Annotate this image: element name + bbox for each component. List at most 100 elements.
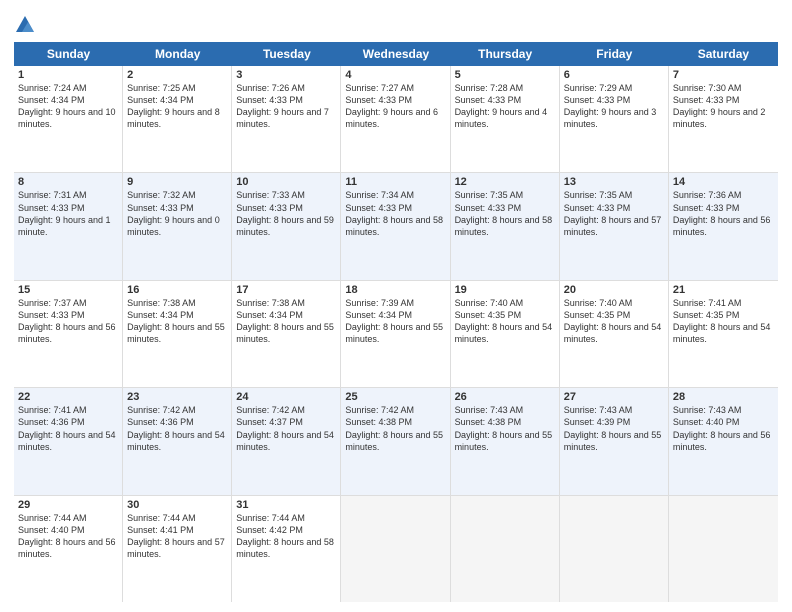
logo: [14, 14, 38, 36]
day-number: 14: [673, 176, 774, 188]
calendar-day-cell: [341, 496, 450, 602]
day-info: Sunrise: 7:35 AMSunset: 4:33 PMDaylight:…: [455, 189, 555, 238]
day-number: 1: [18, 69, 118, 81]
day-info: Sunrise: 7:41 AMSunset: 4:35 PMDaylight:…: [673, 297, 774, 346]
day-number: 17: [236, 284, 336, 296]
day-info: Sunrise: 7:43 AMSunset: 4:40 PMDaylight:…: [673, 404, 774, 453]
day-info: Sunrise: 7:43 AMSunset: 4:39 PMDaylight:…: [564, 404, 664, 453]
weekday-header: Thursday: [451, 42, 560, 66]
logo-icon: [14, 14, 36, 36]
calendar-day-cell: 28Sunrise: 7:43 AMSunset: 4:40 PMDayligh…: [669, 388, 778, 494]
weekday-header: Tuesday: [232, 42, 341, 66]
day-info: Sunrise: 7:38 AMSunset: 4:34 PMDaylight:…: [236, 297, 336, 346]
day-number: 23: [127, 391, 227, 403]
calendar-week-row: 8Sunrise: 7:31 AMSunset: 4:33 PMDaylight…: [14, 173, 778, 280]
calendar-day-cell: 8Sunrise: 7:31 AMSunset: 4:33 PMDaylight…: [14, 173, 123, 279]
weekday-header: Wednesday: [341, 42, 450, 66]
day-info: Sunrise: 7:42 AMSunset: 4:37 PMDaylight:…: [236, 404, 336, 453]
weekday-header: Friday: [560, 42, 669, 66]
day-info: Sunrise: 7:41 AMSunset: 4:36 PMDaylight:…: [18, 404, 118, 453]
day-info: Sunrise: 7:37 AMSunset: 4:33 PMDaylight:…: [18, 297, 118, 346]
weekday-header: Monday: [123, 42, 232, 66]
day-number: 19: [455, 284, 555, 296]
calendar-day-cell: 5Sunrise: 7:28 AMSunset: 4:33 PMDaylight…: [451, 66, 560, 172]
day-info: Sunrise: 7:44 AMSunset: 4:40 PMDaylight:…: [18, 512, 118, 561]
calendar-header: SundayMondayTuesdayWednesdayThursdayFrid…: [14, 42, 778, 66]
calendar-day-cell: 10Sunrise: 7:33 AMSunset: 4:33 PMDayligh…: [232, 173, 341, 279]
weekday-header: Saturday: [669, 42, 778, 66]
day-info: Sunrise: 7:30 AMSunset: 4:33 PMDaylight:…: [673, 82, 774, 131]
calendar-body: 1Sunrise: 7:24 AMSunset: 4:34 PMDaylight…: [14, 66, 778, 602]
day-info: Sunrise: 7:35 AMSunset: 4:33 PMDaylight:…: [564, 189, 664, 238]
day-info: Sunrise: 7:40 AMSunset: 4:35 PMDaylight:…: [455, 297, 555, 346]
day-number: 25: [345, 391, 445, 403]
day-number: 13: [564, 176, 664, 188]
day-info: Sunrise: 7:25 AMSunset: 4:34 PMDaylight:…: [127, 82, 227, 131]
calendar-day-cell: 15Sunrise: 7:37 AMSunset: 4:33 PMDayligh…: [14, 281, 123, 387]
calendar-day-cell: 20Sunrise: 7:40 AMSunset: 4:35 PMDayligh…: [560, 281, 669, 387]
day-info: Sunrise: 7:40 AMSunset: 4:35 PMDaylight:…: [564, 297, 664, 346]
day-number: 24: [236, 391, 336, 403]
day-info: Sunrise: 7:39 AMSunset: 4:34 PMDaylight:…: [345, 297, 445, 346]
calendar-day-cell: 25Sunrise: 7:42 AMSunset: 4:38 PMDayligh…: [341, 388, 450, 494]
calendar-week-row: 15Sunrise: 7:37 AMSunset: 4:33 PMDayligh…: [14, 281, 778, 388]
calendar-day-cell: 24Sunrise: 7:42 AMSunset: 4:37 PMDayligh…: [232, 388, 341, 494]
day-number: 5: [455, 69, 555, 81]
day-info: Sunrise: 7:44 AMSunset: 4:42 PMDaylight:…: [236, 512, 336, 561]
page-container: SundayMondayTuesdayWednesdayThursdayFrid…: [0, 0, 792, 612]
day-info: Sunrise: 7:26 AMSunset: 4:33 PMDaylight:…: [236, 82, 336, 131]
day-number: 7: [673, 69, 774, 81]
calendar-day-cell: 17Sunrise: 7:38 AMSunset: 4:34 PMDayligh…: [232, 281, 341, 387]
calendar-day-cell: 19Sunrise: 7:40 AMSunset: 4:35 PMDayligh…: [451, 281, 560, 387]
day-number: 27: [564, 391, 664, 403]
day-info: Sunrise: 7:38 AMSunset: 4:34 PMDaylight:…: [127, 297, 227, 346]
calendar-day-cell: 26Sunrise: 7:43 AMSunset: 4:38 PMDayligh…: [451, 388, 560, 494]
day-info: Sunrise: 7:31 AMSunset: 4:33 PMDaylight:…: [18, 189, 118, 238]
day-number: 4: [345, 69, 445, 81]
day-info: Sunrise: 7:36 AMSunset: 4:33 PMDaylight:…: [673, 189, 774, 238]
day-number: 3: [236, 69, 336, 81]
calendar-day-cell: 31Sunrise: 7:44 AMSunset: 4:42 PMDayligh…: [232, 496, 341, 602]
day-number: 22: [18, 391, 118, 403]
day-number: 16: [127, 284, 227, 296]
day-info: Sunrise: 7:42 AMSunset: 4:36 PMDaylight:…: [127, 404, 227, 453]
day-info: Sunrise: 7:43 AMSunset: 4:38 PMDaylight:…: [455, 404, 555, 453]
day-number: 26: [455, 391, 555, 403]
day-info: Sunrise: 7:27 AMSunset: 4:33 PMDaylight:…: [345, 82, 445, 131]
calendar-day-cell: 1Sunrise: 7:24 AMSunset: 4:34 PMDaylight…: [14, 66, 123, 172]
calendar-day-cell: 14Sunrise: 7:36 AMSunset: 4:33 PMDayligh…: [669, 173, 778, 279]
day-info: Sunrise: 7:24 AMSunset: 4:34 PMDaylight:…: [18, 82, 118, 131]
day-number: 15: [18, 284, 118, 296]
day-number: 12: [455, 176, 555, 188]
page-header: [14, 10, 778, 36]
calendar-day-cell: 2Sunrise: 7:25 AMSunset: 4:34 PMDaylight…: [123, 66, 232, 172]
calendar-day-cell: 9Sunrise: 7:32 AMSunset: 4:33 PMDaylight…: [123, 173, 232, 279]
calendar-week-row: 1Sunrise: 7:24 AMSunset: 4:34 PMDaylight…: [14, 66, 778, 173]
day-number: 10: [236, 176, 336, 188]
day-info: Sunrise: 7:32 AMSunset: 4:33 PMDaylight:…: [127, 189, 227, 238]
day-info: Sunrise: 7:29 AMSunset: 4:33 PMDaylight:…: [564, 82, 664, 131]
calendar-day-cell: 12Sunrise: 7:35 AMSunset: 4:33 PMDayligh…: [451, 173, 560, 279]
day-number: 20: [564, 284, 664, 296]
day-number: 2: [127, 69, 227, 81]
calendar-day-cell: 22Sunrise: 7:41 AMSunset: 4:36 PMDayligh…: [14, 388, 123, 494]
calendar-day-cell: 23Sunrise: 7:42 AMSunset: 4:36 PMDayligh…: [123, 388, 232, 494]
calendar-day-cell: 18Sunrise: 7:39 AMSunset: 4:34 PMDayligh…: [341, 281, 450, 387]
day-info: Sunrise: 7:28 AMSunset: 4:33 PMDaylight:…: [455, 82, 555, 131]
day-number: 30: [127, 499, 227, 511]
calendar-day-cell: 4Sunrise: 7:27 AMSunset: 4:33 PMDaylight…: [341, 66, 450, 172]
day-number: 8: [18, 176, 118, 188]
calendar-day-cell: 3Sunrise: 7:26 AMSunset: 4:33 PMDaylight…: [232, 66, 341, 172]
calendar-day-cell: [451, 496, 560, 602]
day-info: Sunrise: 7:34 AMSunset: 4:33 PMDaylight:…: [345, 189, 445, 238]
calendar-day-cell: 13Sunrise: 7:35 AMSunset: 4:33 PMDayligh…: [560, 173, 669, 279]
calendar-day-cell: [560, 496, 669, 602]
calendar-day-cell: 30Sunrise: 7:44 AMSunset: 4:41 PMDayligh…: [123, 496, 232, 602]
day-number: 9: [127, 176, 227, 188]
day-number: 18: [345, 284, 445, 296]
day-number: 11: [345, 176, 445, 188]
day-number: 31: [236, 499, 336, 511]
calendar: SundayMondayTuesdayWednesdayThursdayFrid…: [14, 42, 778, 602]
calendar-day-cell: 7Sunrise: 7:30 AMSunset: 4:33 PMDaylight…: [669, 66, 778, 172]
day-info: Sunrise: 7:44 AMSunset: 4:41 PMDaylight:…: [127, 512, 227, 561]
